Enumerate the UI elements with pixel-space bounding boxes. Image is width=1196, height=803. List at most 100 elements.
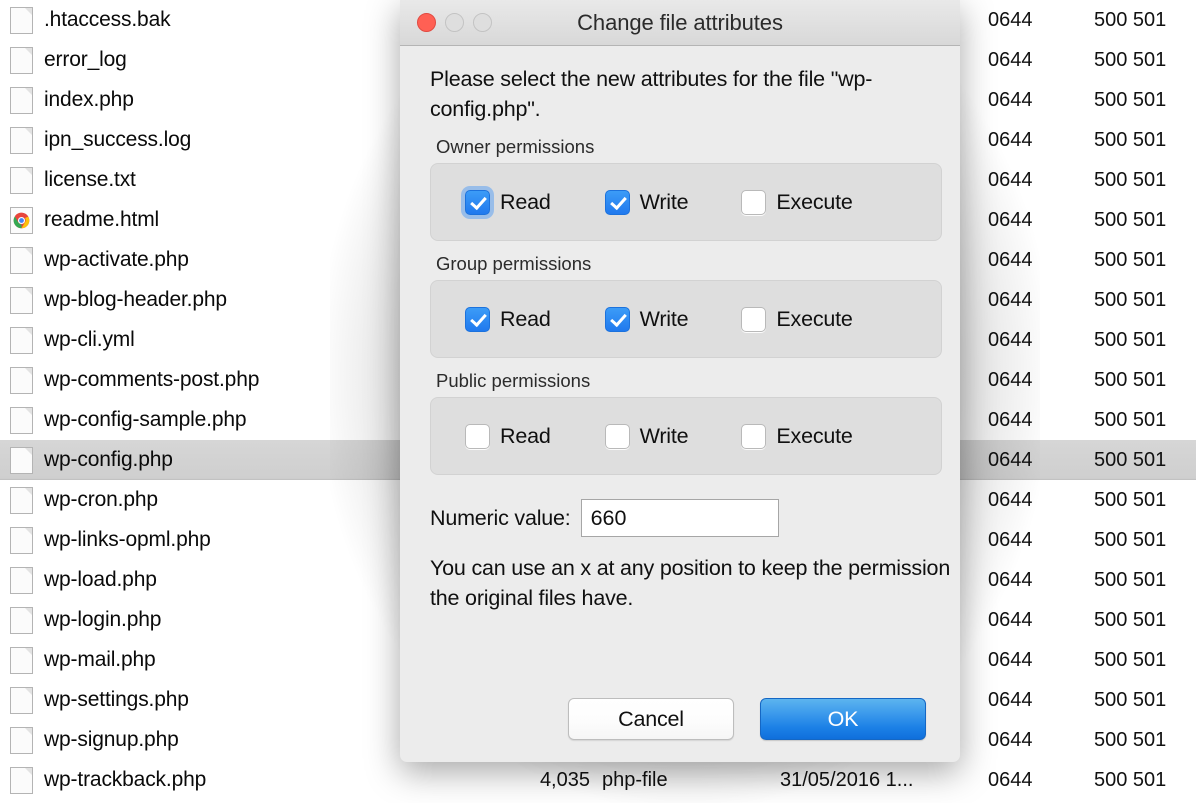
file-permissions: 0644 [988, 528, 1033, 551]
empty-checkbox-icon[interactable] [741, 306, 767, 332]
permission-label: Write [639, 423, 689, 448]
permission-checkbox-execute[interactable]: Execute [741, 423, 853, 449]
file-name: ipn_success.log [44, 128, 192, 151]
document-icon [10, 126, 33, 154]
file-owner-group: 500 501 [1094, 768, 1167, 791]
file-permissions: 0644 [988, 88, 1033, 111]
file-permissions: 0644 [988, 768, 1033, 791]
document-icon [10, 646, 33, 674]
permission-label: Execute [776, 306, 853, 331]
file-date: 31/05/2016 1... [780, 768, 914, 791]
file-owner-group: 500 501 [1094, 648, 1167, 671]
file-owner-group: 500 501 [1094, 208, 1167, 231]
file-name: wp-config.php [44, 448, 173, 471]
permission-checkbox-read[interactable]: Read [465, 423, 551, 449]
file-permissions: 0644 [988, 648, 1033, 671]
file-name: index.php [44, 88, 134, 111]
file-permissions: 0644 [988, 48, 1033, 71]
file-owner-group: 500 501 [1094, 48, 1167, 71]
cancel-button[interactable]: Cancel [568, 698, 734, 740]
file-owner-group: 500 501 [1094, 328, 1167, 351]
document-icon [10, 406, 33, 434]
permission-group-box: Read Write Execute [430, 397, 942, 475]
numeric-value-label: Numeric value: [430, 505, 571, 530]
file-owner-group: 500 501 [1094, 448, 1167, 471]
permission-group-box: Read Write Execute [430, 163, 942, 241]
file-permissions: 0644 [988, 8, 1033, 31]
file-name: wp-cron.php [44, 488, 158, 511]
file-permissions: 0644 [988, 728, 1033, 751]
empty-checkbox-icon[interactable] [604, 423, 630, 449]
checkmark-icon[interactable] [604, 189, 630, 215]
file-owner-group: 500 501 [1094, 488, 1167, 511]
dialog-button-row: Cancel OK [400, 698, 960, 740]
empty-checkbox-icon[interactable] [741, 423, 767, 449]
permission-label: Write [639, 189, 689, 214]
permission-checkbox-write[interactable]: Write [604, 306, 689, 332]
file-permissions: 0644 [988, 288, 1033, 311]
file-permissions: 0644 [988, 448, 1033, 471]
file-permissions: 0644 [988, 608, 1033, 631]
chrome-icon [10, 206, 33, 234]
document-icon [10, 606, 33, 634]
file-name: wp-mail.php [44, 648, 156, 671]
permission-checkbox-read[interactable]: Read [465, 306, 551, 332]
document-icon [10, 486, 33, 514]
checkmark-icon[interactable] [465, 306, 490, 332]
file-name: wp-load.php [44, 568, 157, 591]
file-permissions: 0644 [988, 488, 1033, 511]
file-name: wp-comments-post.php [44, 368, 260, 391]
file-name: wp-trackback.php [44, 768, 207, 791]
file-permissions: 0644 [988, 208, 1033, 231]
document-icon [10, 446, 33, 474]
file-name: wp-activate.php [44, 248, 189, 271]
file-permissions: 0644 [988, 128, 1033, 151]
ok-button[interactable]: OK [760, 698, 926, 740]
file-owner-group: 500 501 [1094, 688, 1167, 711]
permission-label: Write [639, 306, 689, 331]
file-owner-group: 500 501 [1094, 568, 1167, 591]
permission-checkbox-write[interactable]: Write [604, 423, 689, 449]
screen: .htaccess.bak..0644500 501error_log.0644… [0, 0, 1196, 803]
file-name: error_log [44, 48, 127, 71]
file-permissions: 0644 [988, 368, 1033, 391]
intro-text: Please select the new attributes for the… [430, 67, 873, 121]
document-icon [10, 766, 33, 794]
document-icon [10, 526, 33, 554]
file-permissions: 0644 [988, 688, 1033, 711]
permission-checkbox-read[interactable]: Read [465, 189, 551, 215]
permission-checkbox-write[interactable]: Write [604, 189, 689, 215]
change-file-attributes-dialog: Change file attributes Please select the… [400, 0, 960, 762]
numeric-value-input[interactable]: 660 [580, 499, 779, 537]
document-icon [10, 6, 33, 34]
checkmark-icon[interactable] [604, 306, 630, 332]
file-name: wp-cli.yml [44, 328, 135, 351]
permission-group-label: Group permissions [436, 253, 592, 274]
file-row[interactable]: wp-trackback.php 4,035 php-file 31/05/2016 … [0, 760, 1196, 800]
permission-group-box: Read Write Execute [430, 280, 942, 358]
permission-checkbox-execute[interactable]: Execute [741, 189, 853, 215]
document-icon [10, 246, 33, 274]
permission-group-label: Public permissions [436, 370, 591, 391]
dialog-body: Please select the new attributes for the… [400, 64, 960, 613]
checkmark-icon[interactable] [465, 189, 490, 215]
file-name: wp-blog-header.php [44, 288, 227, 311]
document-icon [10, 166, 33, 194]
permission-label: Read [500, 189, 551, 214]
permission-groups: Owner permissions Read Write Execute Group p… [416, 136, 944, 475]
empty-checkbox-icon[interactable] [741, 189, 767, 215]
document-icon [10, 46, 33, 74]
file-name: wp-login.php [44, 608, 162, 631]
permission-group-label: Owner permissions [436, 136, 595, 157]
file-owner-group: 500 501 [1094, 728, 1167, 751]
empty-checkbox-icon[interactable] [465, 423, 490, 449]
permission-label: Read [500, 306, 551, 331]
file-type: php-file [602, 768, 668, 791]
file-owner-group: 500 501 [1094, 8, 1167, 31]
permission-label: Read [500, 423, 551, 448]
dialog-titlebar[interactable]: Change file attributes [400, 0, 960, 46]
document-icon [10, 326, 33, 354]
file-permissions: 0644 [988, 248, 1033, 271]
permission-checkbox-execute[interactable]: Execute [741, 306, 853, 332]
file-size: 4,035 [539, 768, 590, 791]
